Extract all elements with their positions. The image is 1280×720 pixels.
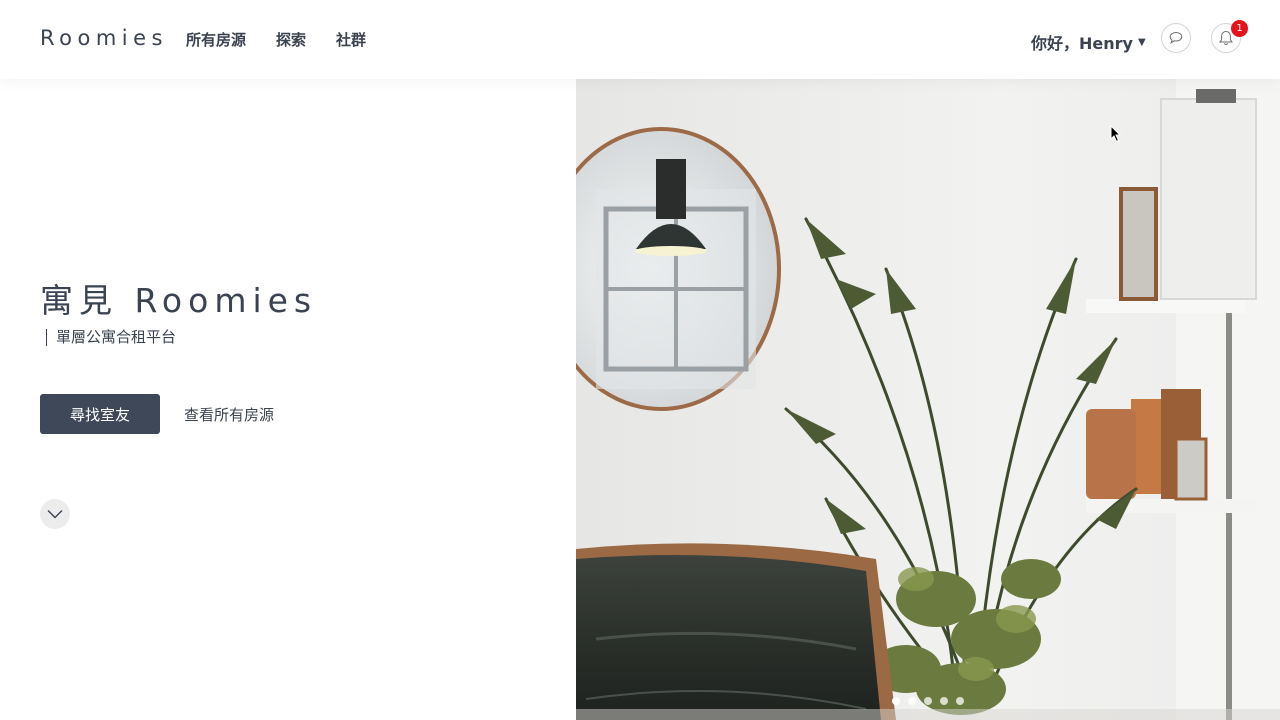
view-all-listings-link[interactable]: 查看所有房源 [184,404,274,425]
user-menu[interactable]: 你好，Henry ▼ [1031,30,1146,54]
carousel-dot-1[interactable] [892,697,900,705]
messages-button[interactable] [1161,23,1191,53]
hero-title: 寓見 Roomies [40,281,318,320]
site-logo[interactable]: Roomies [40,26,168,50]
hero-subtitle: 單層公寓合租平台 [46,329,176,346]
chat-icon [1169,31,1183,45]
find-roommate-button[interactable]: 尋找室友 [40,394,160,434]
carousel-dot-3[interactable] [924,697,932,705]
notification-badge: 1 [1231,20,1248,37]
hero-carousel-image [576,79,1280,720]
carousel-dot-2[interactable] [908,697,916,705]
caret-down-icon: ▼ [1137,36,1146,48]
main-nav: 所有房源 探索 社群 [186,29,366,50]
user-greeting: 你好，Henry [1031,34,1133,53]
scroll-down-button[interactable] [40,499,70,529]
mouse-cursor-icon [1110,125,1122,143]
nav-explore[interactable]: 探索 [276,29,306,50]
carousel-indicators [892,697,964,705]
living-room-photo [576,79,1280,720]
carousel-dot-4[interactable] [940,697,948,705]
nav-community[interactable]: 社群 [336,29,366,50]
carousel-dot-5[interactable] [956,697,964,705]
top-navbar: Roomies 所有房源 探索 社群 你好，Henry ▼ 1 [0,0,1280,79]
chevron-down-icon [47,510,63,519]
nav-all-listings[interactable]: 所有房源 [186,29,246,50]
